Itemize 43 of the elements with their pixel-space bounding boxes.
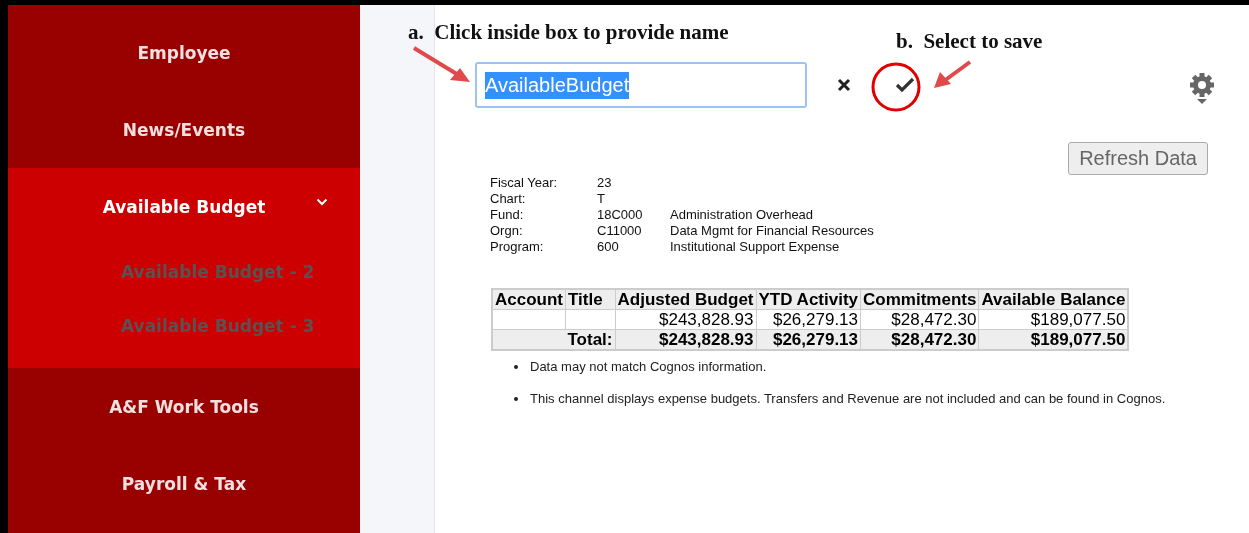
name-input-field[interactable]: AvailableBudget	[475, 62, 807, 108]
checkmark-icon[interactable]	[895, 77, 915, 93]
sidebar-item[interactable]: Available Budget	[8, 168, 360, 245]
sidebar-item[interactable]: Employee	[8, 14, 360, 91]
table-cell: $243,828.93	[615, 309, 756, 330]
info-code: C11000	[597, 223, 643, 239]
info-description: Data Mgmt for Financial Resources	[670, 223, 874, 239]
table-cell: $28,472.30	[860, 309, 979, 330]
info-code: 600	[597, 239, 620, 255]
info-label: Fund:	[490, 207, 525, 223]
sidebar-item[interactable]: Payroll & Tax	[8, 445, 360, 522]
arrow	[934, 60, 972, 88]
info-label: Chart:	[490, 191, 527, 207]
note-text: This channel displays expense budgets. Transfers and Revenue are not included and can be found in Cognos.	[530, 390, 1166, 408]
annotation-text: a. Click inside box to provide name	[408, 20, 729, 45]
column-header: Available Balance	[978, 289, 1129, 310]
column-header: Commitments	[860, 289, 979, 310]
sidebar-item-label: Available Budget	[102, 196, 266, 217]
bullet-dot	[514, 397, 518, 401]
column-header: Title	[565, 289, 615, 310]
bullet-dot	[514, 365, 518, 369]
info-description: Institutional Support Expense	[670, 239, 840, 255]
highlight-circle	[871, 62, 921, 112]
table-cell	[565, 309, 615, 330]
column-header: Account	[492, 289, 566, 310]
close-icon[interactable]	[837, 78, 851, 92]
info-code: 18C000	[597, 207, 644, 223]
note-text: Data may not match Cognos information.	[530, 358, 767, 376]
column-header: YTD Activity	[756, 289, 861, 310]
info-label: Orgn:	[490, 223, 524, 239]
column-header: Adjusted Budget	[615, 289, 756, 310]
info-label: Fiscal Year:	[490, 175, 559, 191]
info-description: Administration Overhead	[670, 207, 814, 223]
sidebar-item[interactable]: A&F Work Tools	[8, 368, 360, 445]
arrow	[412, 46, 470, 82]
sidebar-item[interactable]: News/Events	[8, 91, 360, 168]
settings-icon[interactable]	[1188, 72, 1216, 106]
table-cell: $26,279.13	[756, 309, 861, 330]
info-code: 23	[597, 175, 613, 191]
info-label: Program:	[490, 239, 545, 255]
annotation-text: b. Select to save	[896, 29, 1043, 54]
info-code: T	[597, 191, 606, 207]
refresh-data-button[interactable]: Refresh Data	[1068, 142, 1208, 175]
